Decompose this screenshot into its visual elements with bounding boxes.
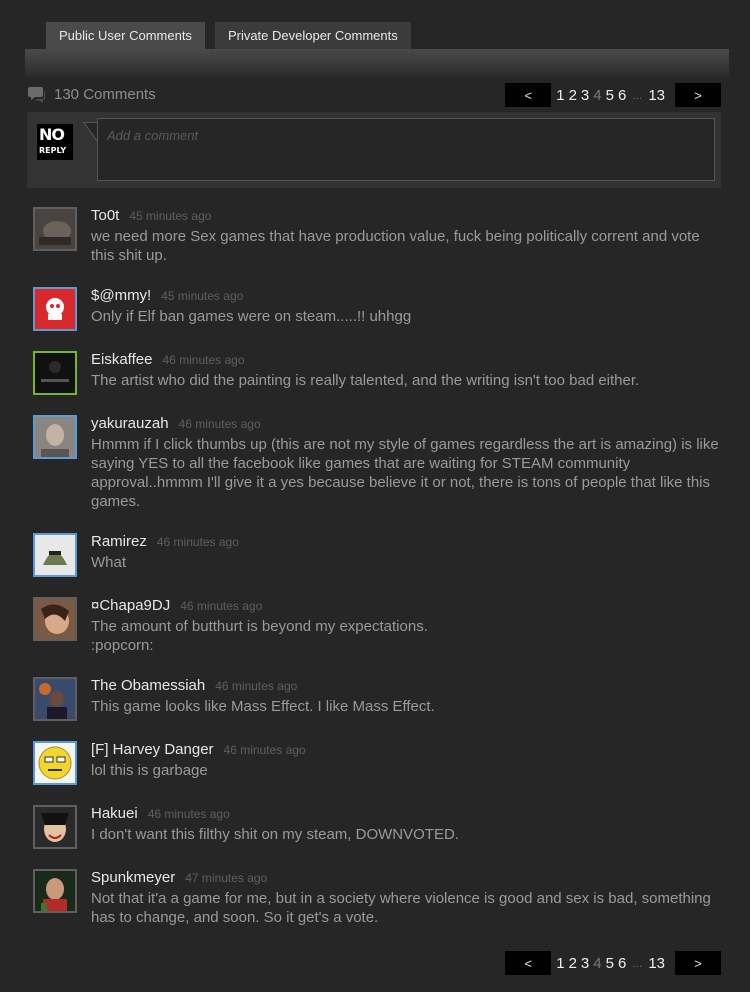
page-ellipsis: ... <box>632 88 643 102</box>
comment-text: lol this is garbage <box>91 762 208 779</box>
page-numbers: 1 2 3 4 5 6 ... 13 <box>551 87 675 104</box>
tab-private-developer-comments[interactable]: Private Developer Comments <box>214 22 411 49</box>
prev-page-button[interactable]: < <box>505 83 552 107</box>
comment-author[interactable]: Spunkmeyer <box>91 869 175 886</box>
avatar[interactable] <box>33 207 77 251</box>
comment-count: 130 Comments <box>27 86 156 103</box>
comment-author[interactable]: $@mmy! <box>91 287 151 304</box>
comment-timestamp: 46 minutes ago <box>156 535 239 549</box>
tab-bar <box>25 49 729 77</box>
pagination-bottom: < 1 2 3 4 5 6 ... 13 > <box>505 951 721 975</box>
page-link[interactable]: 2 <box>569 87 577 104</box>
comment-text: Only if Elf ban games were on steam.....… <box>91 308 412 325</box>
comment-author[interactable]: To0t <box>91 207 119 224</box>
speech-pointer <box>83 122 97 142</box>
comment-text: The artist who did the painting is reall… <box>91 372 640 389</box>
next-page-button[interactable]: > <box>675 951 721 975</box>
page-link[interactable]: 6 <box>618 955 626 972</box>
avatar[interactable] <box>33 869 77 913</box>
comment-author[interactable]: The Obamessiah <box>91 677 205 694</box>
comment-timestamp: 46 minutes ago <box>162 353 245 367</box>
page-link-last[interactable]: 13 <box>648 87 665 104</box>
comment-input[interactable]: Add a comment <box>97 118 715 181</box>
page-link[interactable]: 5 <box>606 955 614 972</box>
comment-text: This game looks like Mass Effect. I like… <box>91 698 435 715</box>
comment-author[interactable]: yakurauzah <box>91 415 169 432</box>
page-ellipsis: ... <box>632 956 643 970</box>
page-link[interactable]: 3 <box>581 87 589 104</box>
comment-author[interactable]: Eiskaffee <box>91 351 152 368</box>
page-link[interactable]: 5 <box>606 87 614 104</box>
avatar-text-no: NO <box>39 125 65 144</box>
comment-author[interactable]: Hakuei <box>91 805 138 822</box>
page-link[interactable]: 6 <box>618 87 626 104</box>
pagination-top: < 1 2 3 4 5 6 ... 13 > <box>505 83 721 107</box>
self-avatar: NO REPLY <box>37 124 73 160</box>
comment-compose: NO REPLY Add a comment <box>27 112 721 188</box>
next-page-button[interactable]: > <box>675 83 721 107</box>
page-link[interactable]: 1 <box>556 87 564 104</box>
comment-text: The amount of butthurt is beyond my expe… <box>91 618 428 654</box>
avatar[interactable] <box>33 287 77 331</box>
avatar-text-reply: REPLY <box>39 146 67 155</box>
avatar[interactable] <box>33 805 77 849</box>
current-page: 4 <box>593 954 602 972</box>
prev-page-button[interactable]: < <box>505 951 552 975</box>
page-link[interactable]: 3 <box>581 955 589 972</box>
comment-count-label: 130 Comments <box>54 86 156 103</box>
comment-tabs: Public User Comments Private Developer C… <box>46 22 411 49</box>
comment-author[interactable]: ¤Chapa9DJ <box>91 597 170 614</box>
comment-text: Not that it'a a game for me, but in a so… <box>91 890 711 926</box>
comments-icon <box>27 86 46 103</box>
comment-text: What <box>91 554 127 571</box>
current-page: 4 <box>593 86 602 104</box>
comment-timestamp: 46 minutes ago <box>223 743 306 757</box>
comment-timestamp: 45 minutes ago <box>129 209 212 223</box>
tab-public-user-comments[interactable]: Public User Comments <box>46 22 205 49</box>
avatar[interactable] <box>33 351 77 395</box>
comment-author[interactable]: Ramirez <box>91 533 147 550</box>
comment-timestamp: 46 minutes ago <box>178 417 261 431</box>
page-link-last[interactable]: 13 <box>648 955 665 972</box>
comment-text: we need more Sex games that have product… <box>91 228 700 264</box>
page-link[interactable]: 2 <box>569 955 577 972</box>
comment-text: I don't want this filthy shit on my stea… <box>91 826 459 843</box>
page-link[interactable]: 1 <box>556 955 564 972</box>
avatar[interactable] <box>33 533 77 577</box>
comment-text: Hmmm if I click thumbs up (this are not … <box>91 436 719 510</box>
avatar[interactable] <box>33 597 77 641</box>
comment-timestamp: 47 minutes ago <box>185 871 268 885</box>
comment-author[interactable]: [F] Harvey Danger <box>91 741 214 758</box>
comment-timestamp: 46 minutes ago <box>215 679 298 693</box>
avatar[interactable] <box>33 677 77 721</box>
page-numbers: 1 2 3 4 5 6 ... 13 <box>551 955 675 972</box>
comment-timestamp: 45 minutes ago <box>161 289 244 303</box>
avatar[interactable] <box>33 415 77 459</box>
comment-timestamp: 46 minutes ago <box>180 599 263 613</box>
avatar[interactable] <box>33 741 77 785</box>
comment-timestamp: 46 minutes ago <box>147 807 230 821</box>
